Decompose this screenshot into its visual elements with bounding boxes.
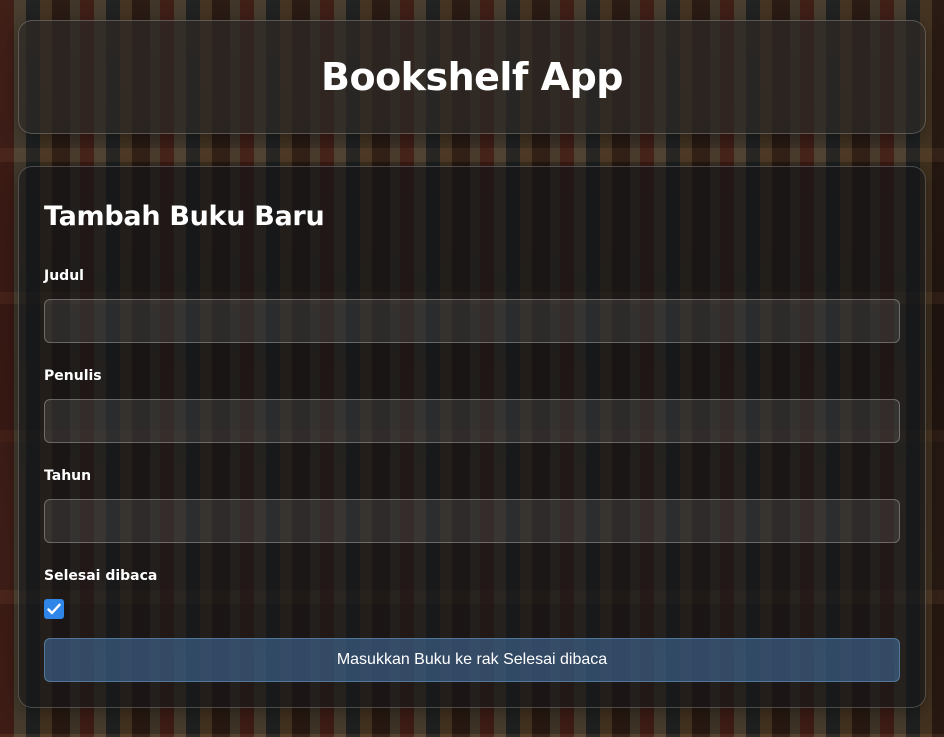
year-input[interactable] bbox=[44, 499, 900, 543]
title-label: Judul bbox=[44, 268, 84, 284]
author-label: Penulis bbox=[44, 368, 102, 384]
finished-reading-label: Selesai dibaca bbox=[44, 568, 158, 584]
title-input[interactable] bbox=[44, 299, 900, 343]
add-book-form: Tambah Buku Baru Judul Penulis Tahun Sel… bbox=[18, 166, 926, 708]
submit-book-button[interactable]: Masukkan Buku ke rak Selesai dibaca bbox=[44, 638, 900, 682]
author-input[interactable] bbox=[44, 399, 900, 443]
header-card: Bookshelf App bbox=[18, 20, 926, 134]
app-title: Bookshelf App bbox=[321, 55, 624, 99]
form-title: Tambah Buku Baru bbox=[44, 201, 325, 232]
finished-reading-checkbox[interactable] bbox=[44, 599, 64, 619]
year-label: Tahun bbox=[44, 468, 92, 484]
checkmark-icon bbox=[47, 603, 61, 615]
